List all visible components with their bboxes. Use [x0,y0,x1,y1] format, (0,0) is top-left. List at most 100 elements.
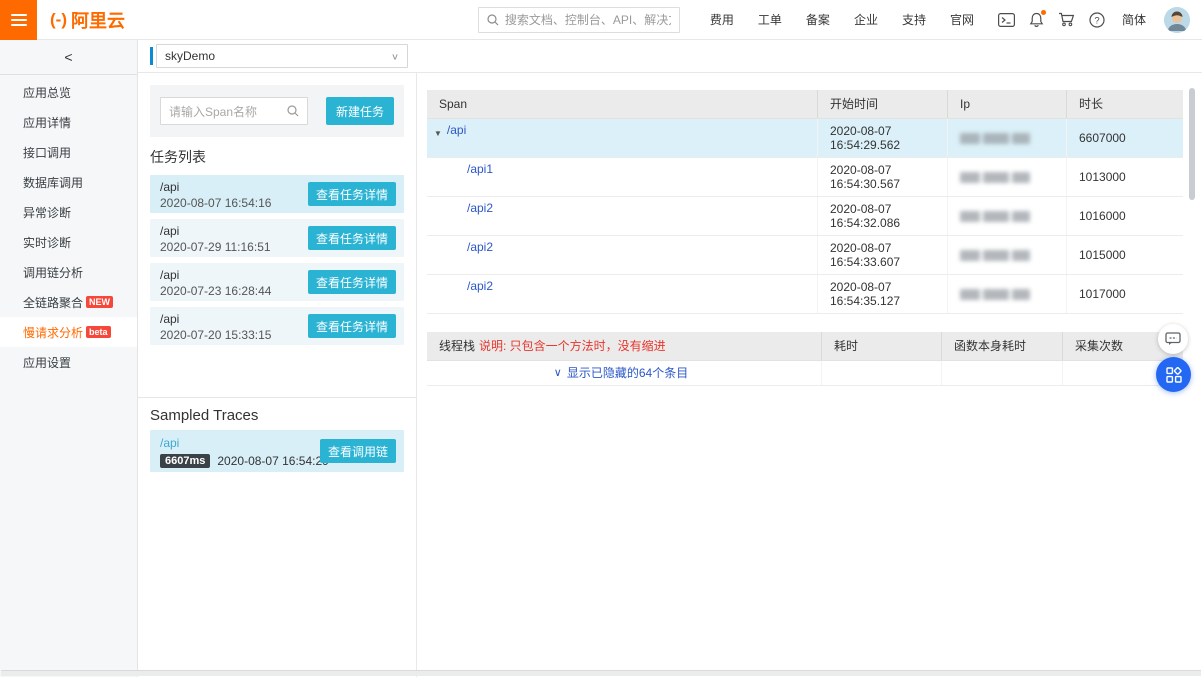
sidebar-item[interactable]: 全链路聚合 NEW [0,287,137,317]
sidebar-item[interactable]: 数据库调用 [0,167,137,197]
sidebar-item[interactable]: 应用总览 [0,77,137,107]
widgets-button[interactable] [1156,357,1191,392]
cart-icon[interactable] [1052,5,1082,35]
language-switch[interactable]: 简体 [1112,11,1156,28]
chevron-down-icon: ∨ [391,51,399,61]
help-icon[interactable]: ? [1082,5,1112,35]
console-terminal-icon[interactable] [992,5,1022,35]
topbar-menu-item[interactable]: 备案 [794,11,842,28]
span-name-cell: /api1 [427,158,817,196]
task-item[interactable]: /api 2020-08-07 16:54:16 查看任务详情 [150,175,404,213]
span-start-time: 2020-08-07 16:54:29.562 [817,119,947,157]
col-span: Span [427,90,817,118]
span-name-link[interactable]: /api2 [467,201,493,216]
span-duration: 1015000 [1066,236,1183,274]
col-thread-stack: 线程栈 说明: 只包含一个方法时，没有缩进 [427,332,821,360]
span-name-cell: ▼ /api [427,119,817,157]
span-search-input[interactable]: 请输入Span名称 [160,97,308,125]
task-item[interactable]: /api 2020-07-29 11:16:51 查看任务详情 [150,219,404,257]
view-task-detail-button[interactable]: 查看任务详情 [308,226,396,250]
view-task-detail-button[interactable]: 查看任务详情 [308,270,396,294]
span-ip [947,275,1066,313]
window-bottom-edge [1,670,1201,676]
feedback-button[interactable] [1158,324,1188,354]
sidebar-item[interactable]: 应用设置 [0,347,137,377]
hamburger-icon [11,11,27,29]
stack-expander-row: ∨ 显示已隐藏的64个条目 [427,361,1183,386]
stack-table-header: 线程栈 说明: 只包含一个方法时，没有缩进 耗时 函数本身耗时 采集次数 [427,332,1183,361]
span-row[interactable]: /api2 2020-08-07 16:54:32.086 1016000 [427,197,1183,236]
app-select-dropdown[interactable]: skyDemo ∨ [156,44,408,68]
grid-diamond-icon [1166,367,1182,383]
span-start-time: 2020-08-07 16:54:32.086 [817,197,947,235]
sidebar-item-badge: NEW [86,296,113,308]
sidebar-item[interactable]: 应用详情 [0,107,137,137]
speech-bubble-icon [1165,332,1181,346]
sidebar-item-label: 接口调用 [23,144,71,161]
span-name-link[interactable]: /api2 [467,279,493,294]
span-duration: 1017000 [1066,275,1183,313]
span-ip [947,119,1066,157]
sidebar-collapse-button[interactable]: < [0,40,137,75]
span-duration: 1013000 [1066,158,1183,196]
sampled-trace-item[interactable]: /api 6607ms 2020-08-07 16:54:29 查看调用链 [150,430,404,472]
sidebar-item-label: 全链路聚合 [23,294,83,311]
view-task-detail-button[interactable]: 查看任务详情 [308,182,396,206]
sidebar-item[interactable]: 调用链分析 [0,257,137,287]
view-trace-button[interactable]: 查看调用链 [320,439,396,463]
col-start-time: 开始时间 [817,90,947,118]
stack-note: 说明: 只包含一个方法时，没有缩进 [479,339,666,353]
span-start-time: 2020-08-07 16:54:35.127 [817,275,947,313]
task-item[interactable]: /api 2020-07-23 16:28:44 查看任务详情 [150,263,404,301]
expand-triangle-icon[interactable]: ▼ [434,126,442,141]
span-row[interactable]: /api1 2020-08-07 16:54:30.567 1013000 [427,158,1183,197]
span-start-time: 2020-08-07 16:54:30.567 [817,158,947,196]
span-row[interactable]: ▼ /api 2020-08-07 16:54:29.562 6607000 [427,119,1183,158]
span-name-cell: /api2 [427,197,817,235]
alibaba-cloud-logo[interactable]: (-) 阿里云 [50,7,125,33]
span-name-link[interactable]: /api1 [467,162,493,177]
span-row[interactable]: /api2 2020-08-07 16:54:33.607 1015000 [427,236,1183,275]
vertical-scrollbar-thumb[interactable] [1189,88,1195,200]
notification-dot [1041,10,1046,15]
sidebar-item-label: 数据库调用 [23,174,83,191]
hamburger-menu-button[interactable] [0,0,37,40]
empty-cell [821,361,941,385]
topbar-menu: 费用工单备案企业支持官网 [698,11,986,28]
show-hidden-entries-link[interactable]: ∨ 显示已隐藏的64个条目 [554,366,688,380]
sidebar-item-badge: beta [86,326,111,338]
chevron-down-icon: ∨ [554,366,562,380]
task-list-title: 任务列表 [150,147,404,167]
topbar-menu-item[interactable]: 官网 [938,11,986,28]
sidebar-item[interactable]: 慢请求分析 beta [0,317,137,347]
redacted-ip [960,133,1030,144]
new-task-button[interactable]: 新建任务 [326,97,394,125]
topbar-menu-item[interactable]: 支持 [890,11,938,28]
topbar: (-) 阿里云 搜索文档、控制台、API、解决方案和资源 费用工单备案企业支持官… [0,0,1202,40]
redacted-ip [960,211,1030,222]
span-name-cell: /api2 [427,236,817,274]
task-item[interactable]: /api 2020-07-20 15:33:15 查看任务详情 [150,307,404,345]
span-ip [947,236,1066,274]
span-row[interactable]: /api2 2020-08-07 16:54:35.127 1017000 [427,275,1183,314]
sidebar: < 应用总览 应用详情 接口调用 数据库调用 异常诊断 [0,40,138,677]
span-name-link[interactable]: /api2 [467,240,493,255]
view-task-detail-button[interactable]: 查看任务详情 [308,314,396,338]
page: (-) 阿里云 搜索文档、控制台、API、解决方案和资源 费用工单备案企业支持官… [0,0,1202,677]
span-name-link[interactable]: /api [447,123,466,138]
sidebar-item[interactable]: 实时诊断 [0,227,137,257]
sidebar-item[interactable]: 异常诊断 [0,197,137,227]
global-search-input[interactable]: 搜索文档、控制台、API、解决方案和资源 [478,7,680,33]
logo-mark: (-) [50,10,67,30]
collapse-arrow-icon: < [64,49,72,65]
sidebar-item-label: 应用详情 [23,114,71,131]
user-avatar[interactable] [1164,7,1190,33]
notification-bell-icon[interactable] [1022,5,1052,35]
topbar-menu-item[interactable]: 费用 [698,11,746,28]
sidebar-item-label: 应用总览 [23,84,71,101]
content: skyDemo ∨ 请输入Span名称 新建任务 任务列表 / [138,40,1202,677]
topbar-menu-item[interactable]: 企业 [842,11,890,28]
sidebar-item[interactable]: 接口调用 [0,137,137,167]
sampled-traces-title: Sampled Traces [150,407,404,424]
topbar-menu-item[interactable]: 工单 [746,11,794,28]
